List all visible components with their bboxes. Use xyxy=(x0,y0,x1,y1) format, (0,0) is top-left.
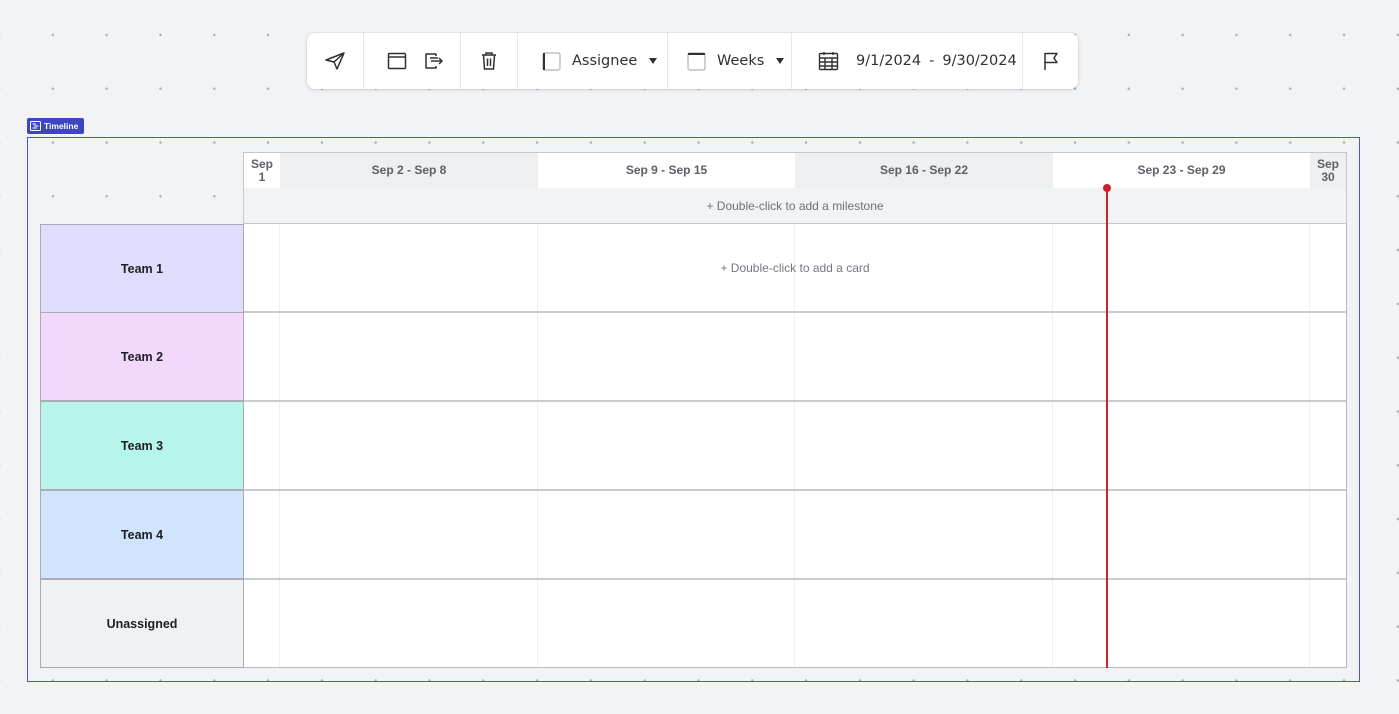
timeline-icon xyxy=(30,121,41,131)
week-divider xyxy=(537,224,538,668)
delete-section xyxy=(461,33,518,89)
row-divider xyxy=(243,311,1347,313)
weeks-dropdown[interactable]: Weeks xyxy=(668,33,792,89)
trash-icon[interactable] xyxy=(461,33,517,89)
row-label-team-3[interactable]: Team 3 xyxy=(40,401,244,490)
add-card-hint[interactable]: + Double-click to add a card xyxy=(243,261,1347,275)
week-divider xyxy=(1309,224,1310,668)
date-separator: - xyxy=(929,53,935,69)
row-divider xyxy=(243,400,1347,402)
milestone-section xyxy=(1023,33,1078,89)
timeline-tag[interactable]: Timeline xyxy=(27,118,84,134)
row-label-unassigned[interactable]: Unassigned xyxy=(40,579,244,668)
chevron-down-icon xyxy=(649,58,658,64)
tag-label: Timeline xyxy=(44,121,79,131)
date-start: 9/1/2024 xyxy=(856,53,922,69)
assignee-dropdown[interactable]: Assignee xyxy=(518,33,668,89)
swatch-icon xyxy=(542,52,561,70)
send-icon[interactable] xyxy=(307,33,363,89)
row-label-team-2[interactable]: Team 2 xyxy=(40,312,244,401)
week-divider xyxy=(1052,224,1053,668)
timeline-toolbar: Assignee Weeks 9/1/2024 - 9/30/2024 xyxy=(307,33,1078,89)
row-label-team-4[interactable]: Team 4 xyxy=(40,490,244,579)
frame-section xyxy=(364,33,461,89)
milestone-lane[interactable]: + Double-click to add a milestone xyxy=(243,188,1347,224)
calendar-icon xyxy=(818,52,839,71)
chevron-down-icon xyxy=(776,58,785,64)
row-label-team-1[interactable]: Team 1 xyxy=(40,224,244,313)
today-marker-handle[interactable] xyxy=(1103,184,1111,192)
assignee-label: Assignee xyxy=(572,53,638,69)
row-divider xyxy=(243,489,1347,491)
export-icon[interactable] xyxy=(418,33,460,89)
week-divider xyxy=(794,224,795,668)
week-header-cell: Sep 2 - Sep 8 xyxy=(371,163,447,177)
flag-icon[interactable] xyxy=(1023,33,1078,89)
today-marker-line[interactable] xyxy=(1106,188,1108,668)
weeks-label: Weeks xyxy=(717,53,765,69)
date-end: 9/30/2024 xyxy=(942,53,1017,69)
week-header-cell: Sep 1 xyxy=(244,153,280,188)
window-icon[interactable] xyxy=(364,33,418,89)
row-divider xyxy=(243,578,1347,580)
week-divider xyxy=(279,224,280,668)
date-range-picker[interactable]: 9/1/2024 - 9/30/2024 xyxy=(792,33,1023,89)
week-header-cell: Sep 9 - Sep 15 xyxy=(538,153,795,188)
column-icon xyxy=(687,52,706,70)
timeline-grid[interactable]: + Double-click to add a card xyxy=(243,224,1347,668)
week-header: Sep 1 Sep 2 - Sep 8 Sep 9 - Sep 15 Sep 16… xyxy=(243,152,1347,189)
share-section xyxy=(307,33,364,89)
week-header-cell: Sep 30 xyxy=(1316,156,1339,184)
grid-scroll-edge xyxy=(1347,224,1359,668)
week-header-cell: Sep 23 - Sep 29 xyxy=(1053,153,1310,188)
week-header-cell: Sep 16 - Sep 22 xyxy=(879,163,969,177)
